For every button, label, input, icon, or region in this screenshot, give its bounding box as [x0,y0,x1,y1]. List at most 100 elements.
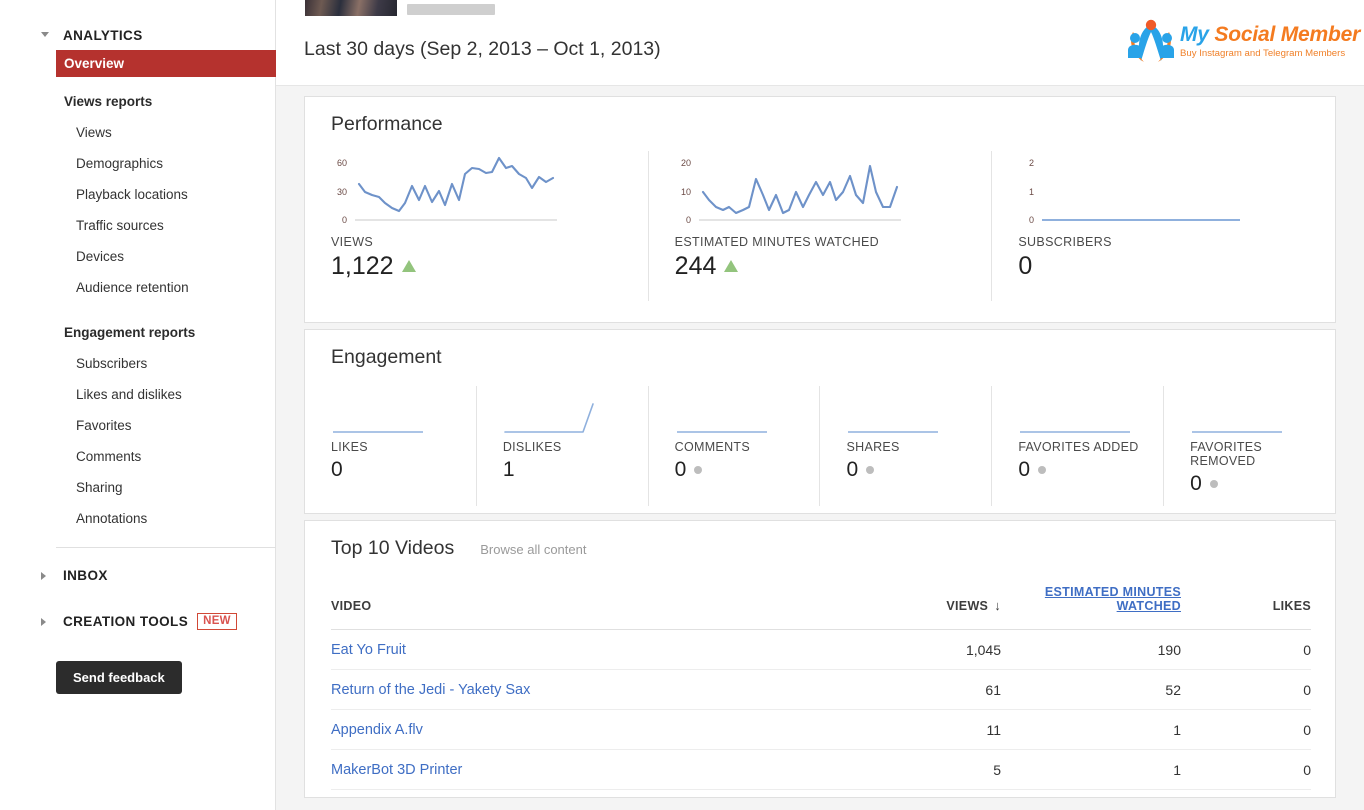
table-row[interactable]: Return of the Jedi - Yakety Sax 61 52 0 [331,669,1311,710]
video-title-cell: MakerBot 3D Printer [331,749,851,790]
column-header-estimated-minutes-watched[interactable]: ESTIMATED MINUTES WATCHED [1001,585,1181,630]
sidebar-item-subscribers[interactable]: Subscribers [76,356,147,371]
sidebar-item-demographics[interactable]: Demographics [76,156,163,171]
metric-favorites-removed-value: 0 [1190,472,1202,495]
sidebar-item-traffic-sources[interactable]: Traffic sources [76,218,164,233]
metric-estimated-minutes-watched-value-row: 244 [675,252,992,281]
svg-text:60: 60 [337,158,347,168]
metric-estimated-minutes-watched-label: ESTIMATED MINUTES WATCHED [674,235,880,249]
watermark-logo: My Social Member Buy Instagram and Teleg… [1124,14,1360,68]
table-header-row: VIDEO VIEWS ↓ ESTIMATED MINUTES WATCHED L… [331,585,1311,630]
video-emw-cell: 52 [1001,669,1181,710]
metric-views-value-row: 1,122 [331,252,648,281]
svg-text:10: 10 [681,187,691,197]
browse-all-content-link[interactable]: Browse all content [480,542,586,557]
sidebar-item-overview[interactable]: Overview [56,50,280,77]
metric-shares-label: SHARES [846,440,900,454]
my-social-member-logo-icon [1128,19,1174,62]
top-videos-header: Top 10 Videos Browse all content [331,537,586,560]
table-row[interactable]: MakerBot 3D Printer 5 1 0 [331,749,1311,790]
video-emw-cell: 1 [1001,709,1181,750]
sidebar: ANALYTICS Overview Views reports Views D… [0,0,280,810]
video-link[interactable]: Return of the Jedi - Yakety Sax [331,682,530,698]
sidebar-section-inbox[interactable]: INBOX [0,560,108,590]
metric-comments-value-row: 0 [675,458,808,482]
watermark-title-social: Social [1214,22,1281,46]
top-videos-table: VIDEO VIEWS ↓ ESTIMATED MINUTES WATCHED L… [331,585,1311,790]
metric-shares[interactable]: SHARES 0 [819,386,991,506]
metric-shares-value-row: 0 [846,458,979,482]
metric-dislikes-label: DISLIKES [502,440,562,454]
metric-views[interactable]: 60 30 0 VIEWS 1,122 [305,151,648,301]
performance-metrics: 60 30 0 VIEWS 1,122 20 10 0 ESTIMATED MI… [305,151,1335,301]
sidebar-item-views[interactable]: Views [76,125,112,140]
metric-favorites-added-value: 0 [1018,458,1030,481]
top-videos-card: Top 10 Videos Browse all content VIDEO V… [304,520,1336,798]
performance-title: Performance [331,113,443,135]
svg-text:2: 2 [1029,158,1034,168]
video-likes-cell: 0 [1181,749,1311,790]
engagement-metrics: LIKES 0 DISLIKES 1 COMMENTS 0 SHARES 0 F… [305,386,1335,506]
sidebar-item-favorites[interactable]: Favorites [76,418,132,433]
column-header-video[interactable]: VIDEO [331,585,851,630]
video-title-cell: Appendix A.flv [331,709,851,750]
top-videos-title: Top 10 Videos [331,537,455,559]
sidebar-section-inbox-label: INBOX [63,567,108,583]
sidebar-section-analytics[interactable]: ANALYTICS [0,20,275,50]
channel-title-placeholder [407,4,495,15]
favorites-added-sparkline [1018,386,1131,440]
metric-favorites-removed[interactable]: FAVORITES REMOVED 0 [1163,386,1335,506]
sidebar-item-playback-locations[interactable]: Playback locations [76,187,188,202]
send-feedback-button[interactable]: Send feedback [56,661,182,694]
date-range-label[interactable]: Last 30 days (Sep 2, 2013 – Oct 1, 2013) [304,38,661,61]
video-title-cell: Eat Yo Fruit [331,629,851,670]
shares-sparkline [846,386,942,440]
svg-text:0: 0 [686,215,691,225]
column-header-likes[interactable]: LIKES [1181,585,1311,630]
page-header: Last 30 days (Sep 2, 2013 – Oct 1, 2013)… [276,0,1364,86]
video-link[interactable]: MakerBot 3D Printer [331,762,462,778]
sidebar-item-sharing[interactable]: Sharing [76,480,123,495]
sidebar-item-comments[interactable]: Comments [76,449,141,464]
metric-comments-value: 0 [674,458,687,481]
sidebar-item-likes-and-dislikes[interactable]: Likes and dislikes [76,387,182,402]
metric-likes-value: 0 [331,458,343,481]
trend-up-icon [401,260,416,272]
analytics-overview-page: ANALYTICS Overview Views reports Views D… [0,0,1364,810]
sidebar-item-annotations[interactable]: Annotations [76,511,147,526]
video-likes-cell: 0 [1181,709,1311,750]
metric-likes[interactable]: LIKES 0 [305,386,476,506]
watermark-tagline: Buy Instagram and Telegram Members [1180,47,1346,59]
sidebar-group-views-reports: Views reports [64,94,153,109]
sidebar-group-engagement-reports: Engagement reports [64,325,196,340]
chevron-down-icon [41,32,49,37]
performance-card: Performance 60 30 0 VIEWS 1,122 20 10 0 … [304,96,1336,323]
video-views-cell: 5 [851,749,1001,790]
sidebar-item-audience-retention[interactable]: Audience retention [76,280,189,295]
table-body: Eat Yo Fruit 1,045 190 0 Return of the J… [331,629,1311,790]
svg-text:0: 0 [342,215,347,225]
video-emw-cell: 1 [1001,749,1181,790]
metric-estimated-minutes-watched[interactable]: 20 10 0 ESTIMATED MINUTES WATCHED 244 [647,151,992,301]
svg-text:1: 1 [1029,187,1034,197]
svg-text:0: 0 [1029,215,1034,225]
views-sparkline: 60 30 0 [331,151,571,229]
video-link[interactable]: Eat Yo Fruit [331,642,406,658]
metric-subscribers[interactable]: 2 1 0 SUBSCRIBERS 0 [991,151,1335,301]
svg-text:20: 20 [681,158,691,168]
watermark-title-member: Member [1280,22,1361,46]
metric-dislikes[interactable]: DISLIKES 1 [475,386,648,506]
sidebar-section-creation-tools[interactable]: CREATION TOOLS NEW [0,606,237,636]
sidebar-item-devices[interactable]: Devices [76,249,124,264]
table-row[interactable]: Appendix A.flv 11 1 0 [331,709,1311,750]
video-link[interactable]: Appendix A.flv [331,722,423,738]
metric-favorites-added-value-row: 0 [1018,458,1151,482]
metric-favorites-added[interactable]: FAVORITES ADDED 0 [991,386,1163,506]
column-header-views[interactable]: VIEWS ↓ [851,585,1001,630]
sidebar-divider [56,547,280,548]
table-row[interactable]: Eat Yo Fruit 1,045 190 0 [331,629,1311,670]
channel-thumbnail [305,0,397,16]
engagement-title: Engagement [331,346,442,368]
metric-favorites-removed-value-row: 0 [1190,472,1323,496]
metric-comments[interactable]: COMMENTS 0 [647,386,820,506]
